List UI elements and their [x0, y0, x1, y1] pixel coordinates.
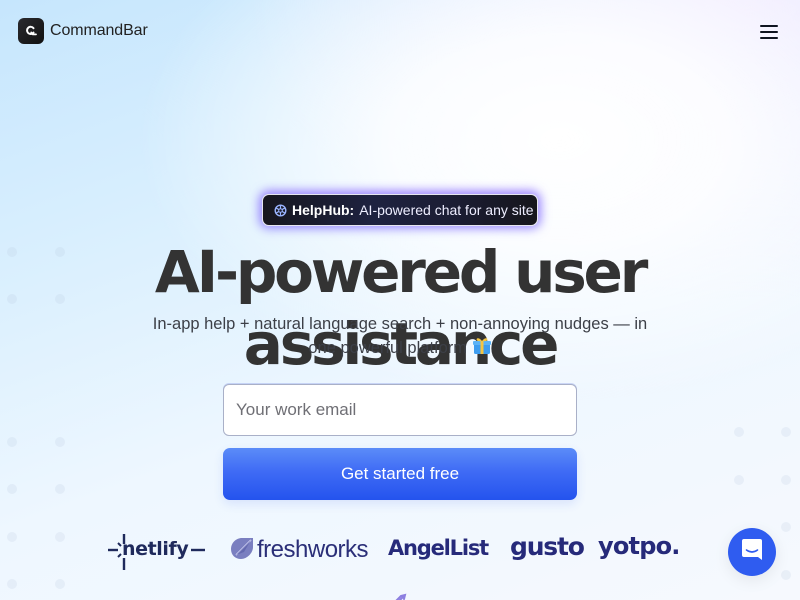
hamburger-menu-icon[interactable]: [760, 25, 778, 39]
brand-logo-link[interactable]: CommandBar: [18, 18, 148, 44]
bg-dot: [55, 579, 65, 589]
bg-dot: [7, 579, 17, 589]
customer-logos: netlify freshworks AngelList gusto yotpo…: [0, 526, 800, 576]
hero-subtitle: In-app help + natural language search + …: [140, 312, 660, 362]
bg-dot: [55, 484, 65, 494]
announcement-text: AI-powered chat for any site: [359, 202, 534, 218]
angellist-logo: AngelList: [388, 536, 489, 560]
brand-name: CommandBar: [50, 22, 148, 39]
work-email-input[interactable]: [223, 384, 577, 436]
bg-dot: [781, 475, 791, 485]
announcement-pill[interactable]: HelpHub: AI-powered chat for any site: [262, 194, 538, 226]
netlify-logo: netlify: [108, 530, 205, 570]
chat-widget-button[interactable]: [728, 528, 776, 576]
freshworks-logo: freshworks: [230, 532, 369, 567]
hero-subtitle-text: In-app help + natural language search + …: [152, 315, 648, 357]
partial-logo-icon: [392, 590, 408, 600]
freshworks-leaf-icon: [230, 536, 254, 567]
get-started-button[interactable]: Get started free: [223, 448, 577, 500]
freshworks-logo-text: freshworks: [257, 535, 369, 563]
gusto-logo-text: gusto: [510, 532, 585, 561]
angellist-logo-text: AngelList: [388, 536, 489, 560]
bg-dot: [734, 475, 744, 485]
bg-dot: [734, 427, 744, 437]
commandbar-logo-icon: [18, 18, 44, 44]
bg-dot: [781, 427, 791, 437]
gusto-logo: gusto: [510, 532, 585, 561]
bg-dot: [55, 437, 65, 447]
announcement-product: HelpHub:: [292, 202, 355, 218]
gift-icon: [472, 337, 492, 362]
netlify-logo-text: netlify: [122, 538, 189, 560]
bg-dot: [7, 437, 17, 447]
yotpo-logo: yotpo.: [598, 532, 680, 560]
yotpo-logo-text: yotpo.: [598, 532, 680, 560]
helphub-icon: [274, 203, 287, 217]
bg-dot: [7, 484, 17, 494]
top-nav: CommandBar: [0, 0, 800, 62]
chat-bubble-icon: [741, 538, 763, 567]
